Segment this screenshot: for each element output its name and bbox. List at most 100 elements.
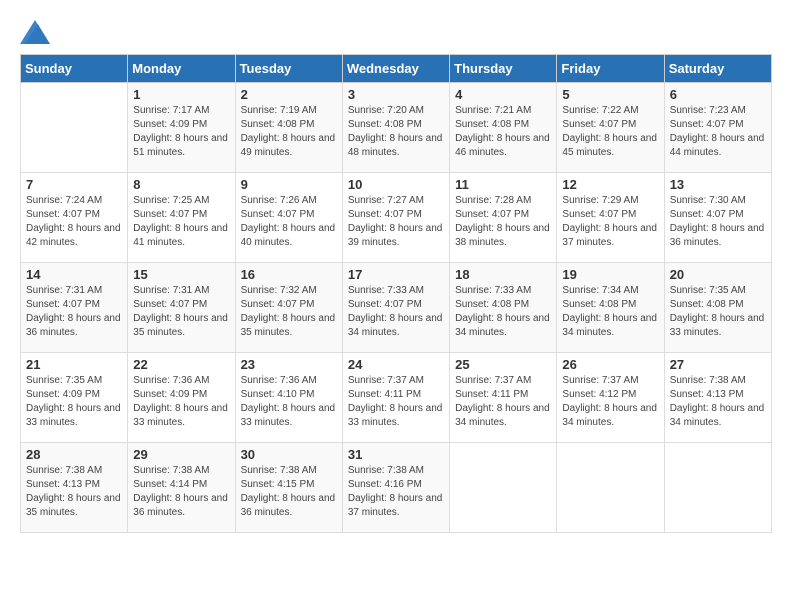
day-number: 12 [562, 177, 658, 192]
calendar-day-cell: 10 Sunrise: 7:27 AMSunset: 4:07 PMDayligh… [342, 173, 449, 263]
day-number: 10 [348, 177, 444, 192]
day-number: 22 [133, 357, 229, 372]
day-number: 15 [133, 267, 229, 282]
calendar-day-cell: 18 Sunrise: 7:33 AMSunset: 4:08 PMDayligh… [450, 263, 557, 353]
day-info: Sunrise: 7:33 AMSunset: 4:08 PMDaylight:… [455, 284, 551, 340]
calendar-day-cell: 15 Sunrise: 7:31 AMSunset: 4:07 PMDayligh… [128, 263, 235, 353]
calendar-day-cell [664, 443, 771, 533]
calendar-day-cell: 19 Sunrise: 7:34 AMSunset: 4:08 PMDayligh… [557, 263, 664, 353]
day-info: Sunrise: 7:20 AMSunset: 4:08 PMDaylight:… [348, 104, 444, 160]
calendar-week-row: 1 Sunrise: 7:17 AMSunset: 4:09 PMDaylight… [21, 83, 772, 173]
day-info: Sunrise: 7:34 AMSunset: 4:08 PMDaylight:… [562, 284, 658, 340]
day-info: Sunrise: 7:35 AMSunset: 4:09 PMDaylight:… [26, 374, 122, 430]
weekday-header: Monday [128, 55, 235, 83]
day-info: Sunrise: 7:32 AMSunset: 4:07 PMDaylight:… [241, 284, 337, 340]
day-number: 18 [455, 267, 551, 282]
calendar-week-row: 7Sunrise: 7:24 AMSunset: 4:07 PMDaylight… [21, 173, 772, 263]
weekday-header: Saturday [664, 55, 771, 83]
day-info: Sunrise: 7:24 AMSunset: 4:07 PMDaylight:… [26, 194, 122, 250]
day-number: 1 [133, 87, 229, 102]
day-number: 17 [348, 267, 444, 282]
day-info: Sunrise: 7:27 AMSunset: 4:07 PMDaylight:… [348, 194, 444, 250]
calendar-day-cell [450, 443, 557, 533]
calendar-day-cell: 28 Sunrise: 7:38 AMSunset: 4:13 PMDayligh… [21, 443, 128, 533]
calendar-day-cell: 17 Sunrise: 7:33 AMSunset: 4:07 PMDayligh… [342, 263, 449, 353]
page-header [20, 20, 772, 44]
day-info: Sunrise: 7:28 AMSunset: 4:07 PMDaylight:… [455, 194, 551, 250]
day-info: Sunrise: 7:33 AMSunset: 4:07 PMDaylight:… [348, 284, 444, 340]
day-info: Sunrise: 7:25 AMSunset: 4:07 PMDaylight:… [133, 194, 229, 250]
logo [20, 20, 54, 44]
day-info: Sunrise: 7:38 AMSunset: 4:13 PMDaylight:… [670, 374, 766, 430]
day-info: Sunrise: 7:22 AMSunset: 4:07 PMDaylight:… [562, 104, 658, 160]
calendar-day-cell: 1 Sunrise: 7:17 AMSunset: 4:09 PMDaylight… [128, 83, 235, 173]
day-number: 23 [241, 357, 337, 372]
calendar-day-cell: 27 Sunrise: 7:38 AMSunset: 4:13 PMDayligh… [664, 353, 771, 443]
day-info: Sunrise: 7:17 AMSunset: 4:09 PMDaylight:… [133, 104, 229, 160]
logo-icon [20, 20, 50, 44]
day-info: Sunrise: 7:23 AMSunset: 4:07 PMDaylight:… [670, 104, 766, 160]
calendar-day-cell: 26Sunrise: 7:37 AMSunset: 4:12 PMDayligh… [557, 353, 664, 443]
calendar-day-cell: 31 Sunrise: 7:38 AMSunset: 4:16 PMDayligh… [342, 443, 449, 533]
day-number: 11 [455, 177, 551, 192]
day-info: Sunrise: 7:21 AMSunset: 4:08 PMDaylight:… [455, 104, 551, 160]
day-info: Sunrise: 7:37 AMSunset: 4:11 PMDaylight:… [348, 374, 444, 430]
calendar-day-cell: 12 Sunrise: 7:29 AMSunset: 4:07 PMDayligh… [557, 173, 664, 263]
day-number: 16 [241, 267, 337, 282]
day-info: Sunrise: 7:37 AMSunset: 4:11 PMDaylight:… [455, 374, 551, 430]
day-info: Sunrise: 7:37 AMSunset: 4:12 PMDaylight:… [562, 374, 658, 430]
calendar-day-cell: 7Sunrise: 7:24 AMSunset: 4:07 PMDaylight… [21, 173, 128, 263]
calendar-day-cell: 30Sunrise: 7:38 AMSunset: 4:15 PMDayligh… [235, 443, 342, 533]
calendar-header-row: SundayMondayTuesdayWednesdayThursdayFrid… [21, 55, 772, 83]
weekday-header: Wednesday [342, 55, 449, 83]
calendar-day-cell [21, 83, 128, 173]
calendar-day-cell: 21 Sunrise: 7:35 AMSunset: 4:09 PMDayligh… [21, 353, 128, 443]
calendar-week-row: 14Sunrise: 7:31 AMSunset: 4:07 PMDayligh… [21, 263, 772, 353]
day-number: 20 [670, 267, 766, 282]
calendar-day-cell: 20Sunrise: 7:35 AMSunset: 4:08 PMDayligh… [664, 263, 771, 353]
day-info: Sunrise: 7:26 AMSunset: 4:07 PMDaylight:… [241, 194, 337, 250]
calendar-day-cell: 3 Sunrise: 7:20 AMSunset: 4:08 PMDaylight… [342, 83, 449, 173]
day-number: 21 [26, 357, 122, 372]
day-number: 28 [26, 447, 122, 462]
day-info: Sunrise: 7:19 AMSunset: 4:08 PMDaylight:… [241, 104, 337, 160]
weekday-header: Friday [557, 55, 664, 83]
day-number: 30 [241, 447, 337, 462]
calendar-day-cell: 25 Sunrise: 7:37 AMSunset: 4:11 PMDayligh… [450, 353, 557, 443]
day-number: 24 [348, 357, 444, 372]
day-info: Sunrise: 7:30 AMSunset: 4:07 PMDaylight:… [670, 194, 766, 250]
day-number: 13 [670, 177, 766, 192]
calendar-day-cell: 24 Sunrise: 7:37 AMSunset: 4:11 PMDayligh… [342, 353, 449, 443]
day-info: Sunrise: 7:36 AMSunset: 4:09 PMDaylight:… [133, 374, 229, 430]
calendar-day-cell: 5 Sunrise: 7:22 AMSunset: 4:07 PMDaylight… [557, 83, 664, 173]
calendar-week-row: 28 Sunrise: 7:38 AMSunset: 4:13 PMDayligh… [21, 443, 772, 533]
calendar-day-cell: 11 Sunrise: 7:28 AMSunset: 4:07 PMDayligh… [450, 173, 557, 263]
calendar-day-cell [557, 443, 664, 533]
day-number: 6 [670, 87, 766, 102]
day-info: Sunrise: 7:29 AMSunset: 4:07 PMDaylight:… [562, 194, 658, 250]
calendar-day-cell: 6 Sunrise: 7:23 AMSunset: 4:07 PMDaylight… [664, 83, 771, 173]
day-info: Sunrise: 7:38 AMSunset: 4:16 PMDaylight:… [348, 464, 444, 520]
weekday-header: Sunday [21, 55, 128, 83]
calendar-table: SundayMondayTuesdayWednesdayThursdayFrid… [20, 54, 772, 533]
weekday-header: Tuesday [235, 55, 342, 83]
day-number: 27 [670, 357, 766, 372]
day-number: 5 [562, 87, 658, 102]
calendar-day-cell: 4 Sunrise: 7:21 AMSunset: 4:08 PMDaylight… [450, 83, 557, 173]
day-info: Sunrise: 7:38 AMSunset: 4:13 PMDaylight:… [26, 464, 122, 520]
calendar-week-row: 21 Sunrise: 7:35 AMSunset: 4:09 PMDayligh… [21, 353, 772, 443]
calendar-day-cell: 13 Sunrise: 7:30 AMSunset: 4:07 PMDayligh… [664, 173, 771, 263]
day-number: 9 [241, 177, 337, 192]
calendar-day-cell: 8Sunrise: 7:25 AMSunset: 4:07 PMDaylight… [128, 173, 235, 263]
calendar-day-cell: 14Sunrise: 7:31 AMSunset: 4:07 PMDayligh… [21, 263, 128, 353]
day-number: 3 [348, 87, 444, 102]
day-info: Sunrise: 7:31 AMSunset: 4:07 PMDaylight:… [26, 284, 122, 340]
day-number: 19 [562, 267, 658, 282]
calendar-day-cell: 9 Sunrise: 7:26 AMSunset: 4:07 PMDaylight… [235, 173, 342, 263]
day-number: 4 [455, 87, 551, 102]
day-info: Sunrise: 7:31 AMSunset: 4:07 PMDaylight:… [133, 284, 229, 340]
day-number: 25 [455, 357, 551, 372]
day-number: 29 [133, 447, 229, 462]
calendar-day-cell: 2Sunrise: 7:19 AMSunset: 4:08 PMDaylight… [235, 83, 342, 173]
day-number: 31 [348, 447, 444, 462]
